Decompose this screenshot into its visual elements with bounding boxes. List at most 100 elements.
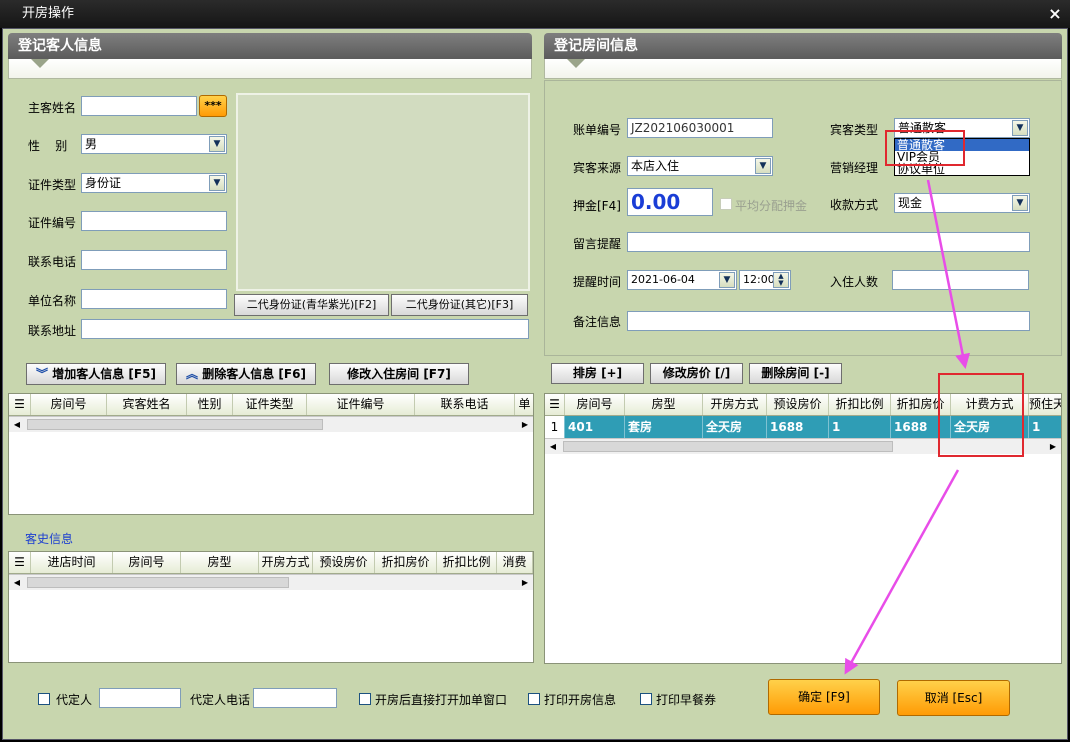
open-bill-label: 开房后直接打开加单窗口 <box>375 693 508 707</box>
add-guest-label: 增加客人信息 [F5] <box>52 367 156 381</box>
gender-value: 男 <box>85 137 98 151</box>
guest-grid[interactable]: ☰ 房间号 宾客姓名 性别 证件类型 证件编号 联系电话 单 ◀ ▶ <box>8 393 534 515</box>
close-icon[interactable]: × <box>1046 0 1064 28</box>
scroll-left-icon[interactable]: ◀ <box>545 439 561 454</box>
grid-menu-icon[interactable]: ☰ <box>9 394 31 415</box>
confirm-button[interactable]: 确定 [F9] <box>768 679 880 715</box>
guest-section-title: 登记客人信息 <box>8 33 532 59</box>
guest-col-header[interactable]: 证件类型 <box>233 394 307 415</box>
history-grid-scrollbar[interactable]: ◀ ▶ <box>9 574 533 590</box>
room-cell[interactable]: 1 <box>1029 416 1061 438</box>
guest-col-header[interactable]: 性别 <box>187 394 233 415</box>
chevron-down-icon[interactable]: ▼ <box>719 272 735 288</box>
notes-input[interactable] <box>627 311 1030 331</box>
guest-col-header[interactable]: 联系电话 <box>415 394 515 415</box>
modify-checkin-room-button[interactable]: 修改入住房间 [F7] <box>329 363 469 385</box>
room-col-header[interactable]: 预设房价 <box>767 394 829 415</box>
guest-grid-header: ☰ 房间号 宾客姓名 性别 证件类型 证件编号 联系电话 单 <box>9 394 533 416</box>
room-cell[interactable]: 1 <box>829 416 891 438</box>
history-col-header[interactable]: 预设房价 <box>313 552 375 573</box>
grid-menu-icon[interactable]: ☰ <box>9 552 31 573</box>
chevron-down-icon[interactable]: ▼ <box>755 158 771 174</box>
guest-section-notch <box>8 59 532 79</box>
spinner-updown-icon[interactable]: ▲ ▼ <box>773 272 789 288</box>
grid-menu-icon[interactable]: ☰ <box>545 394 565 415</box>
phone-input[interactable] <box>81 250 227 270</box>
delete-guest-button[interactable]: ︽ 删除客人信息 [F6] <box>176 363 316 385</box>
guest-section: 登记客人信息 <box>8 33 532 79</box>
id-card-reader-button-2[interactable]: 二代身份证(其它)[F3] <box>391 294 528 316</box>
print-info-checkbox[interactable] <box>528 693 540 705</box>
guest-col-header[interactable]: 单 <box>515 394 533 415</box>
history-col-header[interactable]: 折扣比例 <box>437 552 497 573</box>
proxy-input[interactable] <box>99 688 181 708</box>
message-input[interactable] <box>627 232 1030 252</box>
deposit-input[interactable]: 0.00 <box>627 188 713 216</box>
company-label: 单位名称 <box>28 294 77 308</box>
room-col-header[interactable]: 预住天 <box>1029 394 1061 415</box>
proxy-phone-label: 代定人电话 <box>190 693 251 707</box>
scroll-left-icon[interactable]: ◀ <box>9 417 25 432</box>
name-lookup-button[interactable]: *** <box>199 95 227 117</box>
history-col-header[interactable]: 折扣房价 <box>375 552 437 573</box>
room-cell[interactable]: 1688 <box>767 416 829 438</box>
guest-col-header[interactable]: 证件编号 <box>307 394 415 415</box>
idtype-select[interactable]: 身份证 ▼ <box>81 173 227 193</box>
history-col-header[interactable]: 房型 <box>181 552 259 573</box>
add-guest-button[interactable]: ︾ 增加客人信息 [F5] <box>26 363 166 385</box>
bill-number-input[interactable]: JZ202106030001 <box>627 118 773 138</box>
chevron-down-icon[interactable]: ▼ <box>1012 195 1028 211</box>
room-cell[interactable]: 全天房 <box>703 416 767 438</box>
idno-input[interactable] <box>81 211 227 231</box>
guest-name-input[interactable] <box>81 96 197 116</box>
room-col-header[interactable]: 房间号 <box>565 394 625 415</box>
chevron-down-icon[interactable]: ▼ <box>209 175 225 191</box>
room-col-header[interactable]: 折扣比例 <box>829 394 891 415</box>
guest-grid-scrollbar[interactable]: ◀ ▶ <box>9 416 533 432</box>
remind-date-select[interactable]: 2021-06-04 ▼ <box>627 270 737 290</box>
room-col-header[interactable]: 房型 <box>625 394 703 415</box>
occupants-input[interactable] <box>892 270 1029 290</box>
assign-room-button[interactable]: 排房 [+] <box>551 363 644 384</box>
print-breakfast-checkbox[interactable] <box>640 693 652 705</box>
avg-deposit-checkbox[interactable] <box>720 198 732 210</box>
room-cell[interactable]: 套房 <box>625 416 703 438</box>
message-label: 留言提醒 <box>573 237 622 251</box>
remind-time-spinner[interactable]: 12:00 ▲ ▼ <box>739 270 791 290</box>
history-col-header[interactable]: 消费 <box>497 552 533 573</box>
scroll-thumb[interactable] <box>563 441 893 452</box>
room-cell[interactable]: 401 <box>565 416 625 438</box>
scroll-thumb[interactable] <box>27 419 323 430</box>
source-select[interactable]: 本店入住 ▼ <box>627 156 773 176</box>
company-input[interactable] <box>81 289 227 309</box>
room-col-header[interactable]: 开房方式 <box>703 394 767 415</box>
guest-col-header[interactable]: 宾客姓名 <box>107 394 187 415</box>
open-bill-checkbox[interactable] <box>359 693 371 705</box>
payment-select[interactable]: 现金 ▼ <box>894 193 1030 213</box>
id-card-reader-button-1[interactable]: 二代身份证(青华紫光)[F2] <box>234 294 389 316</box>
window-title: 开房操作 <box>0 0 1070 28</box>
modify-price-button[interactable]: 修改房价 [/] <box>650 363 743 384</box>
guest-col-header[interactable]: 房间号 <box>31 394 107 415</box>
phone-label: 联系电话 <box>28 255 77 269</box>
scroll-right-icon[interactable]: ▶ <box>517 575 533 590</box>
gender-select[interactable]: 男 ▼ <box>81 134 227 154</box>
guesttype-label: 宾客类型 <box>830 123 879 137</box>
name-label: 主客姓名 <box>28 101 77 115</box>
scroll-left-icon[interactable]: ◀ <box>9 575 25 590</box>
chevron-down-icon[interactable]: ▼ <box>209 136 225 152</box>
scroll-right-icon[interactable]: ▶ <box>517 417 533 432</box>
delete-room-button[interactable]: 删除房间 [-] <box>749 363 842 384</box>
cancel-button[interactable]: 取消 [Esc] <box>897 680 1010 716</box>
history-col-header[interactable]: 进店时间 <box>31 552 113 573</box>
remind-label: 提醒时间 <box>573 275 622 289</box>
scroll-right-icon[interactable]: ▶ <box>1045 439 1061 454</box>
proxy-phone-input[interactable] <box>253 688 337 708</box>
history-grid[interactable]: ☰ 进店时间 房间号 房型 开房方式 预设房价 折扣房价 折扣比例 消费 ◀ ▶ <box>8 551 534 663</box>
address-input[interactable] <box>81 319 529 339</box>
proxy-checkbox[interactable] <box>38 693 50 705</box>
history-col-header[interactable]: 开房方式 <box>259 552 313 573</box>
history-col-header[interactable]: 房间号 <box>113 552 181 573</box>
scroll-thumb[interactable] <box>27 577 289 588</box>
chevron-down-icon[interactable]: ▼ <box>1012 120 1028 136</box>
